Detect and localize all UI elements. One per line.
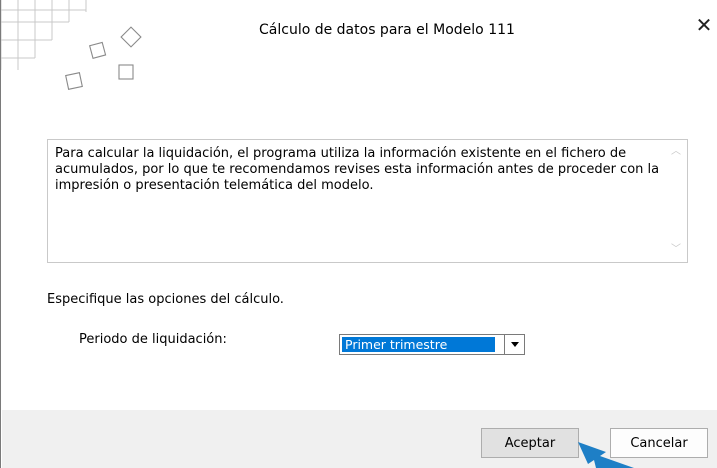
options-section-label: Especifique las opciones del cálculo. bbox=[47, 292, 284, 307]
period-label: Periodo de liquidación: bbox=[79, 332, 227, 347]
dialog-title: Cálculo de datos para el Modelo 111 bbox=[259, 22, 515, 38]
info-text: Para calcular la liquidación, el program… bbox=[55, 146, 660, 193]
period-select-value: Primer trimestre bbox=[342, 337, 495, 352]
scroll-up-icon[interactable]: ︿ bbox=[670, 146, 682, 158]
accept-button[interactable]: Aceptar bbox=[481, 428, 579, 458]
info-textbox[interactable]: Para calcular la liquidación, el program… bbox=[47, 139, 688, 263]
scroll-down-icon[interactable]: ﹀ bbox=[670, 244, 682, 256]
chevron-down-icon[interactable] bbox=[504, 335, 524, 354]
decorative-grid-logo bbox=[1, 0, 142, 90]
close-icon[interactable]: ✕ bbox=[693, 13, 715, 37]
vertical-scrollbar[interactable]: ︿ ﹀ bbox=[665, 140, 687, 262]
calculation-dialog: Cálculo de datos para el Modelo 111 ✕ Pa… bbox=[0, 0, 717, 468]
period-select[interactable]: Primer trimestre bbox=[339, 334, 525, 355]
pointer-arrow-icon bbox=[578, 442, 634, 468]
